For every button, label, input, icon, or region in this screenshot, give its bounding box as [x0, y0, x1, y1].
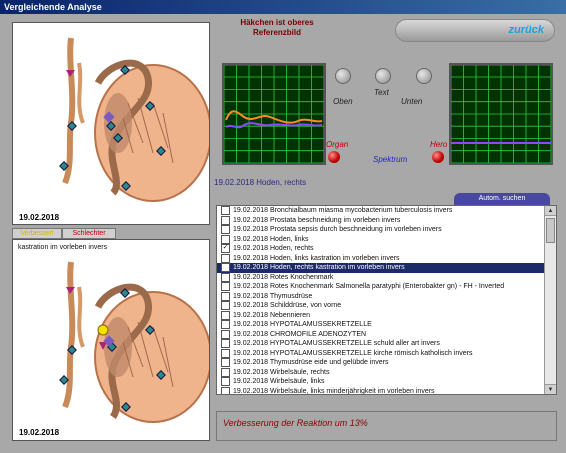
list-item[interactable]: 19.02.2018 Hoden, links	[217, 234, 546, 245]
list-item-label: 19.02.2018 Wirbelsäule, links minderjähr…	[233, 387, 435, 395]
list-item[interactable]: 19.02.2018 Wirbelsäule, links minderjähr…	[217, 386, 546, 395]
unten-label: Unten	[401, 97, 423, 106]
unten-button[interactable]	[416, 68, 432, 84]
list-item[interactable]: 19.02.2018 Thymusdrüse eide und gelübde …	[217, 358, 546, 368]
list-item-checkbox[interactable]	[221, 310, 230, 320]
list-item-label: 19.02.2018 Thymusdrüse	[233, 292, 313, 300]
testis-illustration-bottom	[59, 261, 209, 423]
list-item-label: 19.02.2018 HYPOTALAMUSSEKRETZELLE schuld…	[233, 340, 440, 347]
list-item[interactable]: 19.02.2018 Prostata sepsis durch beschne…	[217, 225, 546, 235]
list-item-checkbox[interactable]	[221, 358, 230, 368]
current-selection-label: 19.02.2018 Hoden, rechts	[214, 178, 307, 187]
hero-indicator-led	[432, 151, 444, 163]
auto-search-button[interactable]: Autom. suchen	[454, 193, 550, 205]
list-item-label: 19.02.2018 Nebennieren	[233, 311, 311, 319]
reference-hint-line1: Häkchen ist oberes	[240, 18, 314, 27]
list-item[interactable]: 19.02.2018 HYPOTALAMUSSEKRETZELLE	[217, 320, 546, 330]
list-item-label: 19.02.2018 Hoden, rechts kastration im v…	[233, 264, 405, 271]
scroll-thumb[interactable]	[546, 218, 555, 243]
list-item[interactable]: 19.02.2018 Thymusdrüse	[217, 291, 546, 302]
bottom-image-caption: kastration im vorleben invers	[18, 244, 108, 251]
list-item[interactable]: 19.02.2018 Prostata beschneidung im vorl…	[217, 215, 546, 226]
oben-label: Oben	[333, 97, 353, 106]
scroll-down-arrow[interactable]: ▼	[545, 384, 556, 394]
testis-illustration-top	[59, 37, 209, 202]
scroll-up-arrow[interactable]: ▲	[545, 206, 556, 216]
result-message: Verbesserung der Reaktion um 13%	[223, 418, 368, 428]
list-item-checkbox[interactable]	[221, 377, 230, 387]
organ-oscilloscope	[222, 63, 326, 165]
list-item-checkbox[interactable]	[221, 225, 230, 235]
list-scrollbar[interactable]: ▲ ▼	[544, 206, 556, 394]
list-item-checkbox[interactable]	[221, 215, 230, 225]
list-item[interactable]: 19.02.2018 HYPOTALAMUSSEKRETZELLE kirche…	[217, 348, 546, 359]
list-item-label: 19.02.2018 HYPOTALAMUSSEKRETZELLE kirche…	[233, 349, 473, 357]
hero-label: Hero	[430, 140, 448, 149]
list-item-checkbox[interactable]	[221, 291, 230, 301]
list-item-checkbox[interactable]	[221, 367, 230, 377]
list-item-label: 19.02.2018 HYPOTALAMUSSEKRETZELLE	[233, 321, 372, 328]
text-button[interactable]	[375, 68, 391, 84]
bottom-image-date: 19.02.2018	[19, 428, 60, 437]
list-item-checkbox[interactable]	[221, 263, 230, 273]
list-item[interactable]: 19.02.2018 Hoden, rechts kastration im v…	[217, 263, 546, 273]
list-item-checkbox[interactable]	[221, 386, 230, 394]
list-item[interactable]: 19.02.2018 Rotes Knochenmark	[217, 272, 546, 283]
window-title: Vergleichende Analyse	[0, 0, 566, 14]
list-item[interactable]: 19.02.2018 Schilddrüse, von vorne	[217, 301, 546, 311]
hero-oscilloscope	[449, 63, 553, 165]
bottom-anatomy-panel[interactable]: kastration im vorleben invers 19.02.2018	[12, 239, 210, 441]
reference-hint-line2: Referenzbild	[252, 28, 301, 37]
list-item-checkbox[interactable]	[221, 320, 230, 330]
analysis-list[interactable]: 19.02.2018 Bronchialbaum miasma mycobact…	[216, 205, 557, 395]
tab-verbessert[interactable]: Verbessert	[12, 228, 62, 239]
list-item-label: 19.02.2018 Prostata beschneidung im vorl…	[233, 216, 401, 224]
organ-indicator-led	[328, 151, 340, 163]
list-item-checkbox[interactable]	[221, 206, 230, 216]
list-item-checkbox[interactable]	[221, 234, 230, 244]
spektrum-label: Spektrum	[373, 155, 408, 164]
list-item-checkbox[interactable]: ✓	[221, 244, 230, 254]
list-item[interactable]: 19.02.2018 HYPOTALAMUSSEKRETZELLE schuld…	[217, 339, 546, 349]
list-item-checkbox[interactable]	[221, 253, 230, 263]
list-item-label: 19.02.2018 Prostata sepsis durch beschne…	[233, 226, 442, 233]
list-item-label: 19.02.2018 Thymusdrüse eide und gelübde …	[233, 359, 389, 366]
oben-button[interactable]	[335, 68, 351, 84]
list-item-label: 19.02.2018 CHROMOFILE ADENOZYTEN	[233, 330, 367, 338]
list-item[interactable]: 19.02.2018 Wirbelsäule, rechts	[217, 367, 546, 378]
list-item-checkbox[interactable]	[221, 339, 230, 349]
list-item[interactable]: ✓ 19.02.2018 Hoden, rechts	[217, 244, 546, 254]
list-item[interactable]: 19.02.2018 Bronchialbaum miasma mycobact…	[217, 206, 546, 216]
list-item-checkbox[interactable]	[221, 301, 230, 311]
list-item[interactable]: 19.02.2018 Hoden, links kastration im vo…	[217, 253, 546, 264]
list-item[interactable]: 19.02.2018 Wirbelsäule, links	[217, 377, 546, 387]
tab-schlechter[interactable]: Schlechter	[62, 228, 116, 239]
list-item-label: 19.02.2018 Hoden, links kastration im vo…	[233, 254, 400, 262]
list-item[interactable]: 19.02.2018 CHROMOFILE ADENOZYTEN	[217, 329, 546, 340]
list-item-label: 19.02.2018 Wirbelsäule, links	[233, 378, 325, 385]
text-label: Text	[374, 88, 389, 97]
list-item-label: 19.02.2018 Schilddrüse, von vorne	[233, 302, 342, 309]
list-item[interactable]: 19.02.2018 Nebennieren	[217, 310, 546, 321]
list-item-label: 19.02.2018 Rotes Knochenmark Salmonella …	[233, 283, 505, 290]
organ-label: Organ	[326, 140, 349, 149]
list-item-label: 19.02.2018 Hoden, rechts	[233, 245, 314, 252]
top-anatomy-panel[interactable]: 19.02.2018	[12, 22, 210, 225]
list-item-checkbox[interactable]	[221, 348, 230, 358]
list-item-checkbox[interactable]	[221, 272, 230, 282]
top-image-date: 19.02.2018	[19, 213, 60, 222]
list-item-checkbox[interactable]	[221, 282, 230, 292]
result-message-box: Verbesserung der Reaktion um 13%	[216, 411, 557, 441]
list-item-label: 19.02.2018 Wirbelsäule, rechts	[233, 368, 330, 376]
analysis-list-rows: 19.02.2018 Bronchialbaum miasma mycobact…	[217, 206, 546, 395]
back-button[interactable]: zurück	[395, 19, 555, 42]
list-item-label: 19.02.2018 Hoden, links	[233, 235, 309, 243]
list-item[interactable]: 19.02.2018 Rotes Knochenmark Salmonella …	[217, 282, 546, 292]
list-item-checkbox[interactable]	[221, 329, 230, 339]
list-item-label: 19.02.2018 Bronchialbaum miasma mycobact…	[233, 207, 453, 214]
list-item-label: 19.02.2018 Rotes Knochenmark	[233, 273, 334, 281]
